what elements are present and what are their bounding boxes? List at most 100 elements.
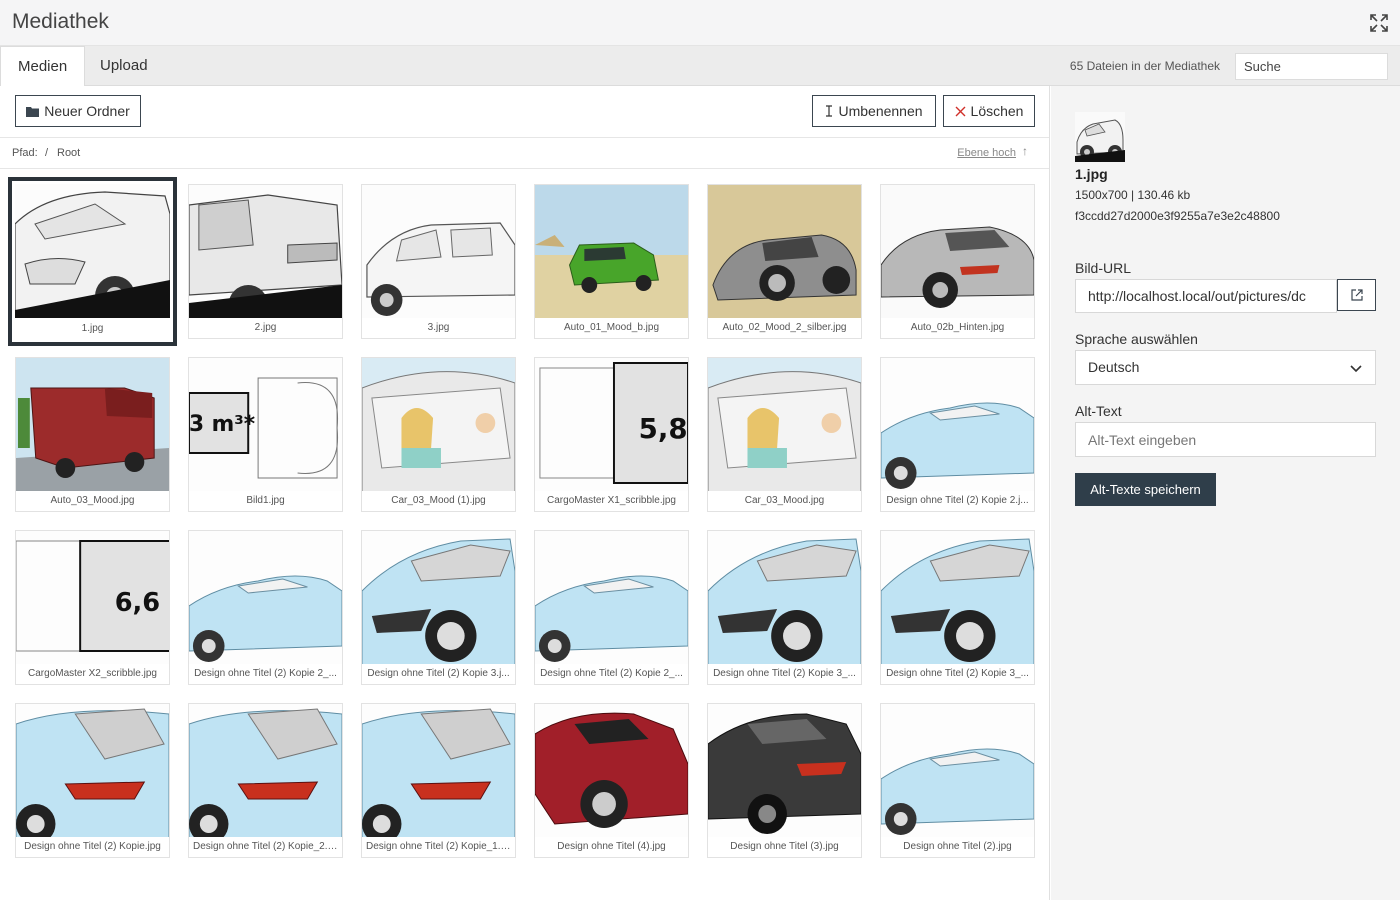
detail-meta: 1500x700 | 130.46 kb bbox=[1075, 188, 1191, 202]
media-file-name: Auto_03_Mood.jpg bbox=[16, 491, 169, 511]
folder-icon bbox=[26, 106, 40, 117]
media-thumbnail bbox=[189, 185, 342, 319]
media-file-name: CargoMaster X1_scribble.jpg bbox=[535, 491, 688, 511]
media-tile[interactable]: Design ohne Titel (2) Kopie 2.j... bbox=[880, 357, 1035, 512]
media-thumbnail bbox=[362, 704, 515, 838]
media-file-name: Design ohne Titel (4).jpg bbox=[535, 837, 688, 857]
media-thumbnail bbox=[881, 704, 1034, 838]
external-link-icon bbox=[1350, 289, 1363, 301]
language-value: Deutsch bbox=[1088, 359, 1140, 375]
media-file-name: Car_03_Mood (1).jpg bbox=[362, 491, 515, 511]
media-file-name: Car_03_Mood.jpg bbox=[708, 491, 861, 511]
chevron-down-icon bbox=[1350, 365, 1362, 373]
media-file-name: Design ohne Titel (2) Kopie 3.j... bbox=[362, 664, 515, 684]
svg-text:6,6: 6,6 bbox=[115, 588, 160, 618]
media-thumbnail bbox=[708, 704, 861, 838]
text-cursor-icon bbox=[826, 105, 833, 117]
media-file-name: 3.jpg bbox=[362, 318, 515, 338]
media-tile[interactable]: Car_03_Mood (1).jpg bbox=[361, 357, 516, 512]
language-select[interactable]: Deutsch bbox=[1075, 350, 1376, 385]
media-file-name: Bild1.jpg bbox=[189, 491, 342, 511]
media-tile[interactable]: Design ohne Titel (2) Kopie.jpg bbox=[15, 703, 170, 858]
media-thumbnail bbox=[708, 185, 861, 319]
tabs-bar: Medien Upload 65 Dateien in der Mediathe… bbox=[0, 46, 1400, 87]
detail-file-name: 1.jpg bbox=[1075, 166, 1108, 182]
media-tile[interactable]: Design ohne Titel (3).jpg bbox=[707, 703, 862, 858]
path-label: Pfad: bbox=[12, 147, 38, 159]
alt-text-label: Alt-Text bbox=[1075, 403, 1122, 419]
media-tile[interactable]: Design ohne Titel (2) Kopie 2_... bbox=[534, 530, 689, 685]
alt-text-input[interactable] bbox=[1075, 422, 1376, 457]
media-file-name: Auto_01_Mood_b.jpg bbox=[535, 318, 688, 338]
media-thumbnail bbox=[362, 185, 515, 319]
media-thumbnail bbox=[881, 531, 1034, 665]
media-thumbnail bbox=[15, 184, 170, 318]
media-thumbnail bbox=[16, 704, 169, 838]
tab-upload[interactable]: Upload bbox=[83, 46, 165, 86]
media-thumbnail: 5,8 bbox=[535, 358, 688, 492]
media-tile[interactable]: 6,6 CargoMaster X2_scribble.jpg bbox=[15, 530, 170, 685]
media-file-name: Design ohne Titel (2) Kopie 2_... bbox=[189, 664, 342, 684]
delete-button[interactable]: Löschen bbox=[943, 95, 1035, 127]
file-count: 65 Dateien in der Mediathek bbox=[1069, 59, 1220, 73]
media-thumbnail bbox=[189, 704, 342, 838]
fullscreen-icon[interactable] bbox=[1368, 12, 1390, 34]
rename-button[interactable]: Umbenennen bbox=[812, 95, 936, 127]
breadcrumb: Pfad: / Root Ebene hoch ↑ bbox=[0, 138, 1049, 169]
details-panel: 1.jpg 1500x700 | 130.46 kb f3ccdd27d2000… bbox=[1051, 86, 1400, 900]
media-file-name: 1.jpg bbox=[12, 319, 173, 339]
media-file-name: Auto_02_Mood_2_silber.jpg bbox=[708, 318, 861, 338]
svg-text:5,8: 5,8 bbox=[639, 412, 688, 445]
breadcrumb-root[interactable]: Root bbox=[57, 147, 80, 159]
media-tile[interactable]: Design ohne Titel (2) Kopie_1.j... bbox=[361, 703, 516, 858]
media-file-name: Design ohne Titel (2) Kopie_1.j... bbox=[362, 837, 515, 857]
media-file-name: 2.jpg bbox=[189, 318, 342, 338]
media-thumbnail bbox=[16, 358, 169, 492]
media-thumbnail bbox=[881, 358, 1034, 492]
media-tile[interactable]: 5,8 CargoMaster X1_scribble.jpg bbox=[534, 357, 689, 512]
media-tile[interactable]: 3.jpg bbox=[361, 184, 516, 339]
media-tile[interactable]: 3 m³* Bild1.jpg bbox=[188, 357, 343, 512]
media-browser: Neuer Ordner Umbenennen Löschen Pfad: / … bbox=[0, 86, 1050, 900]
media-file-name: Auto_02b_Hinten.jpg bbox=[881, 318, 1034, 338]
level-up-link[interactable]: Ebene hoch bbox=[957, 147, 1016, 159]
media-file-name: Design ohne Titel (2) Kopie.jpg bbox=[16, 837, 169, 857]
media-tile[interactable]: Car_03_Mood.jpg bbox=[707, 357, 862, 512]
new-folder-button[interactable]: Neuer Ordner bbox=[15, 95, 141, 127]
media-tile[interactable]: Auto_02b_Hinten.jpg bbox=[880, 184, 1035, 339]
open-url-button[interactable] bbox=[1337, 279, 1376, 311]
media-tile[interactable]: 1.jpg bbox=[8, 177, 177, 346]
media-file-name: Design ohne Titel (2).jpg bbox=[881, 837, 1034, 857]
svg-text:3 m³*: 3 m³* bbox=[189, 412, 255, 437]
media-file-name: Design ohne Titel (2) Kopie_2.j... bbox=[189, 837, 342, 857]
media-toolbar: Neuer Ordner Umbenennen Löschen bbox=[0, 86, 1049, 138]
media-tile[interactable]: Auto_03_Mood.jpg bbox=[15, 357, 170, 512]
search-input[interactable] bbox=[1235, 53, 1388, 80]
media-thumbnail bbox=[535, 531, 688, 665]
new-folder-label: Neuer Ordner bbox=[44, 103, 130, 119]
media-tile[interactable]: Design ohne Titel (2) Kopie 3.j... bbox=[361, 530, 516, 685]
media-thumbnail bbox=[362, 358, 515, 492]
save-alt-text-button[interactable]: Alt-Texte speichern bbox=[1075, 473, 1216, 506]
arrow-up-icon: ↑ bbox=[1022, 144, 1028, 158]
media-tile[interactable]: Design ohne Titel (4).jpg bbox=[534, 703, 689, 858]
path-separator: / bbox=[45, 147, 49, 159]
media-tile[interactable]: 2.jpg bbox=[188, 184, 343, 339]
image-url-field[interactable]: http://localhost.local/out/pictures/dc bbox=[1075, 279, 1337, 313]
media-file-name: Design ohne Titel (2) Kopie 3_... bbox=[881, 664, 1034, 684]
tab-medien[interactable]: Medien bbox=[0, 46, 86, 87]
media-thumbnail bbox=[189, 531, 342, 665]
media-tile[interactable]: Auto_01_Mood_b.jpg bbox=[534, 184, 689, 339]
media-thumbnail bbox=[535, 185, 688, 319]
media-tile[interactable]: Design ohne Titel (2) Kopie 3_... bbox=[707, 530, 862, 685]
media-thumbnail: 3 m³* bbox=[189, 358, 342, 492]
media-file-name: Design ohne Titel (2) Kopie 2_... bbox=[535, 664, 688, 684]
media-tile[interactable]: Design ohne Titel (2) Kopie 3_... bbox=[880, 530, 1035, 685]
media-tile[interactable]: Design ohne Titel (2) Kopie_2.j... bbox=[188, 703, 343, 858]
media-tile[interactable]: Design ohne Titel (2) Kopie 2_... bbox=[188, 530, 343, 685]
detail-hash: f3ccdd27d2000e3f9255a7e3e2c48800 bbox=[1075, 209, 1280, 223]
media-tile[interactable]: Design ohne Titel (2).jpg bbox=[880, 703, 1035, 858]
url-label: Bild-URL bbox=[1075, 260, 1132, 276]
window-titlebar: Mediathek bbox=[0, 0, 1400, 46]
media-tile[interactable]: Auto_02_Mood_2_silber.jpg bbox=[707, 184, 862, 339]
